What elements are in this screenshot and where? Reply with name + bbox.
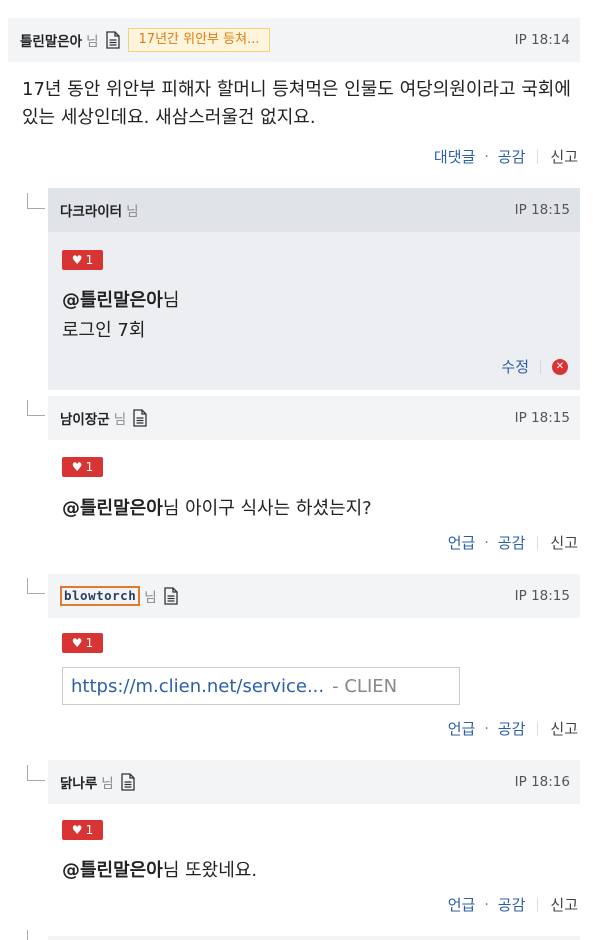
memo-tag[interactable]: 17년간 위안부 등쳐...	[127, 28, 271, 52]
comment-actions: 대댓글 · 공감 신고	[434, 146, 578, 167]
mention-suffix: 님	[162, 290, 180, 311]
mention-suffix: 님 또왔네요.	[162, 860, 258, 881]
reply-item: 닭나루 님 IP 18:16	[48, 760, 580, 804]
ip-time: IP 18:16	[514, 774, 570, 790]
heart-icon: ♥	[71, 636, 83, 650]
author-suffix: 님	[144, 590, 157, 606]
reply-actions: 언급 · 공감 신고	[448, 894, 578, 915]
reply-author[interactable]: 닭나루	[60, 772, 97, 792]
like-count: 1	[85, 460, 94, 474]
separator-dot: ·	[484, 896, 489, 913]
link-preview[interactable]: https://m.clien.net/service... - CLIEN	[62, 667, 460, 705]
like-badge[interactable]: ♥ 1	[62, 250, 103, 270]
report-button[interactable]: 신고	[550, 146, 578, 167]
reply-actions: 언급 · 공감 신고	[448, 718, 578, 739]
reply-author[interactable]: 다크라이터	[60, 200, 122, 220]
report-button[interactable]: 신고	[550, 718, 578, 739]
heart-icon: ♥	[71, 823, 83, 837]
document-icon[interactable]	[121, 773, 135, 791]
reply-button[interactable]: 대댓글	[434, 146, 475, 167]
mention-link[interactable]: @틀린말은아	[62, 498, 163, 519]
like-button[interactable]: 공감	[498, 532, 526, 553]
reply-text: @틀린말은아님 또왔네요.	[62, 856, 257, 882]
report-button[interactable]: 신고	[550, 532, 578, 553]
edit-button[interactable]: 수정	[501, 356, 529, 377]
ip-time: IP 18:15	[514, 588, 570, 604]
like-button[interactable]: 공감	[498, 894, 526, 915]
like-badge[interactable]: ♥ 1	[62, 820, 103, 840]
link-site: - CLIEN	[332, 675, 398, 697]
divider	[540, 359, 541, 374]
comment-text: 17년 동안 위안부 피해자 할머니 등쳐먹은 인물도 여당의원이라고 국회에 …	[22, 79, 571, 128]
divider	[537, 897, 539, 912]
author-suffix: 님	[126, 204, 139, 220]
reply-connector	[27, 765, 45, 781]
reply-connector	[27, 400, 45, 416]
comment-author[interactable]: 틀린말은아	[20, 30, 82, 50]
reply-connector	[27, 193, 45, 209]
separator-dot: ·	[484, 534, 489, 551]
mention-button[interactable]: 언급	[448, 532, 476, 553]
mention-link[interactable]: @틀린말은아	[62, 290, 163, 311]
heart-icon: ♥	[71, 253, 83, 267]
mention-button[interactable]: 언급	[448, 718, 476, 739]
edit-actions: 수정 ✕	[501, 356, 568, 377]
ip-time: IP 18:15	[514, 410, 570, 426]
document-icon[interactable]	[133, 409, 147, 427]
divider	[537, 721, 539, 736]
like-button[interactable]: 공감	[498, 146, 526, 167]
reply-item: 다크라이터 님 IP 18:15 ♥ 1 @틀린말은아님 로그인 7회 수정 ✕	[48, 188, 580, 390]
reply-header: blowtorch 님 IP 18:15	[48, 574, 580, 618]
author-suffix: 님	[86, 34, 99, 50]
close-circle-icon[interactable]: ✕	[552, 358, 568, 375]
heart-icon: ♥	[71, 460, 83, 474]
author-suffix: 님	[113, 412, 127, 428]
link-url[interactable]: https://m.clien.net/service...	[71, 676, 324, 697]
divider	[537, 149, 539, 164]
reply-item: 남이장군 님 IP 18:15	[48, 396, 580, 440]
reply-connector	[27, 578, 45, 594]
author-suffix: 님	[101, 776, 114, 792]
reply-actions: 언급 · 공감 신고	[448, 532, 578, 553]
like-badge[interactable]: ♥ 1	[62, 457, 103, 477]
reply-author[interactable]: blowtorch	[60, 586, 141, 606]
reply-author[interactable]: 남이장군	[60, 408, 110, 428]
divider	[537, 535, 539, 550]
like-count: 1	[85, 253, 94, 267]
reply-item: blowtorch 님 IP 18:15	[48, 574, 580, 618]
reply-text: @틀린말은아님 아이구 식사는 하셨는지?	[62, 494, 372, 520]
comment-header: 틀린말은아 님 17년간 위안부 등쳐... IP 18:14	[8, 18, 580, 62]
separator-dot: ·	[484, 720, 489, 737]
document-icon[interactable]	[105, 31, 120, 49]
ip-time: IP 18:15	[514, 202, 570, 218]
reply-header: 닭나루 님 IP 18:16	[48, 760, 580, 804]
like-button[interactable]: 공감	[498, 718, 526, 739]
reply-text-line2: 로그인 7회	[62, 320, 146, 341]
reply-text: @틀린말은아님	[62, 286, 179, 312]
reply-header: 다크라이터 님 IP 18:15	[48, 188, 580, 232]
ip-time: IP 18:14	[514, 32, 570, 48]
document-icon[interactable]	[164, 587, 178, 605]
next-reply-header	[48, 936, 580, 940]
reply-header: 남이장군 님 IP 18:15	[48, 396, 580, 440]
like-count: 1	[85, 823, 94, 837]
mention-suffix: 님 아이구 식사는 하셨는지?	[162, 498, 372, 519]
like-badge[interactable]: ♥ 1	[62, 633, 103, 653]
separator-dot: ·	[484, 148, 489, 165]
reply-connector	[27, 930, 45, 940]
mention-button[interactable]: 언급	[448, 894, 476, 915]
like-count: 1	[85, 636, 94, 650]
mention-link[interactable]: @틀린말은아	[62, 860, 163, 881]
report-button[interactable]: 신고	[550, 894, 578, 915]
